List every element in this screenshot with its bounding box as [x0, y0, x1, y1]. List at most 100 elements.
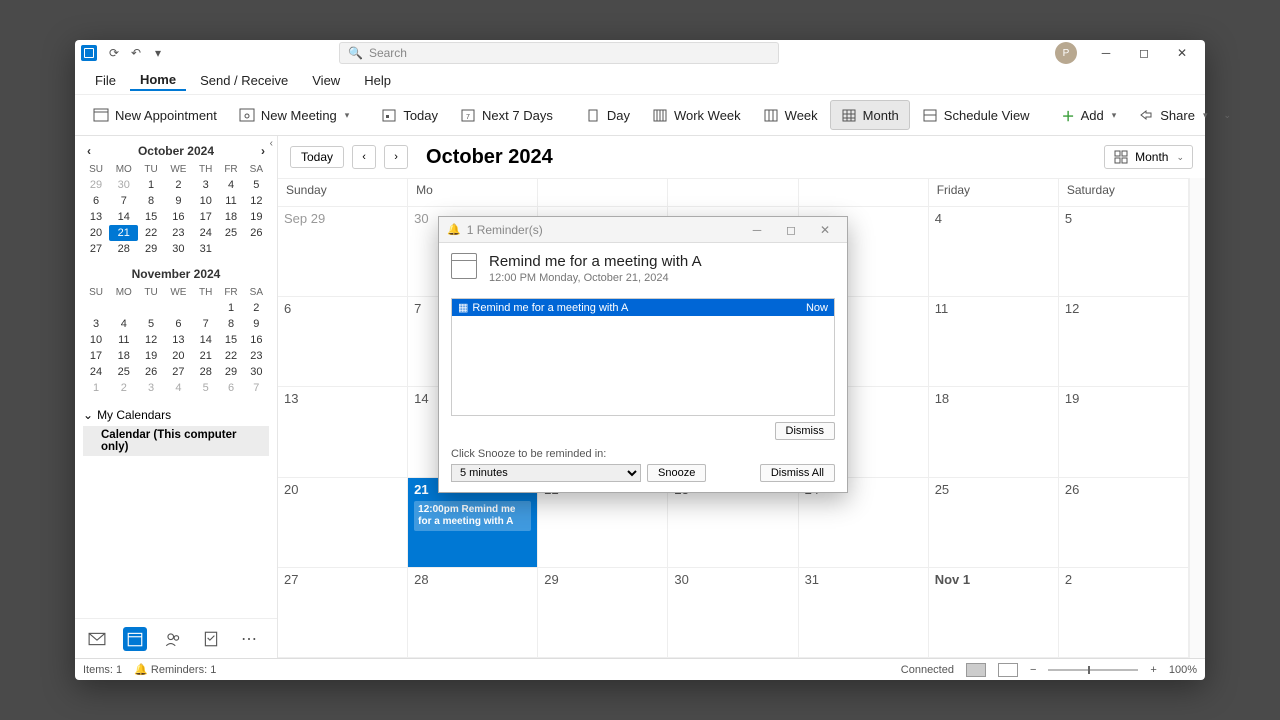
mini-cal-day[interactable]: 22	[218, 348, 243, 364]
mini-cal-day[interactable]: 11	[218, 193, 243, 209]
reminder-row[interactable]: ▦ Remind me for a meeting with A Now	[452, 299, 834, 316]
mini-cal-day[interactable]: 25	[109, 364, 138, 380]
day-cell[interactable]: 4	[929, 207, 1059, 297]
calendar-list-item[interactable]: Calendar (This computer only)	[83, 426, 269, 456]
today-nav-button[interactable]: Today	[290, 146, 344, 168]
day-cell[interactable]: 20	[278, 478, 408, 568]
day-cell[interactable]: 31	[799, 568, 929, 658]
undo-icon[interactable]: ↶	[125, 42, 147, 64]
tasks-icon[interactable]	[199, 627, 223, 651]
mini-cal-day[interactable]: 28	[109, 241, 138, 257]
mini-cal-day[interactable]: 4	[109, 316, 138, 332]
day-cell[interactable]: 29	[538, 568, 668, 658]
mini-cal-day[interactable]: 7	[193, 316, 218, 332]
mini-cal-day[interactable]: 18	[109, 348, 138, 364]
view-selector[interactable]: Month⌄	[1104, 145, 1193, 169]
mini-cal-day[interactable]: 26	[138, 364, 163, 380]
mini-cal-day[interactable]: 22	[138, 225, 163, 241]
day-cell[interactable]: 2	[1059, 568, 1189, 658]
mini-cal-day[interactable]: 8	[138, 193, 163, 209]
mini-cal-day[interactable]: 29	[218, 364, 243, 380]
mini-cal-day[interactable]: 26	[244, 225, 269, 241]
day-cell[interactable]: 28	[408, 568, 538, 658]
dismiss-all-button[interactable]: Dismiss All	[760, 464, 835, 482]
mini-cal-day[interactable]: 4	[218, 177, 243, 193]
schedule-view-button[interactable]: Schedule View	[912, 100, 1040, 130]
mini-cal-day[interactable]: 21	[193, 348, 218, 364]
new-meeting-button[interactable]: New Meeting▾	[229, 100, 359, 130]
menu-help[interactable]: Help	[354, 71, 401, 90]
mini-cal-day[interactable]: 4	[164, 380, 193, 396]
mini-cal-day[interactable]: 14	[109, 209, 138, 225]
mini-cal-day[interactable]	[109, 300, 138, 316]
mini-cal-day[interactable]: 12	[138, 332, 163, 348]
share-button[interactable]: Share▾	[1128, 100, 1217, 130]
mini-cal-day[interactable]: 25	[218, 225, 243, 241]
snooze-select[interactable]: 5 minutes	[451, 464, 641, 482]
dismiss-button[interactable]: Dismiss	[775, 422, 836, 440]
mini-cal-day[interactable]: 13	[164, 332, 193, 348]
day-cell[interactable]: 19	[1059, 387, 1189, 477]
maximize-button[interactable]: ◻	[1125, 40, 1163, 66]
mini-cal-day[interactable]: 5	[193, 380, 218, 396]
mini-cal-day[interactable]: 30	[109, 177, 138, 193]
mini-cal-day[interactable]: 29	[138, 241, 163, 257]
dialog-minimize-button[interactable]: ─	[743, 223, 771, 237]
mini-cal-day[interactable]: 7	[109, 193, 138, 209]
mini-cal-day[interactable]	[218, 241, 243, 257]
mini-cal-day[interactable]: 15	[138, 209, 163, 225]
month-view-button[interactable]: Month	[830, 100, 910, 130]
day-cell[interactable]: 6	[278, 297, 408, 387]
normal-view-icon[interactable]	[966, 663, 986, 677]
close-button[interactable]: ✕	[1163, 40, 1201, 66]
zoom-slider[interactable]	[1048, 669, 1138, 671]
mini-cal-day[interactable]: 30	[244, 364, 269, 380]
mini-cal-day[interactable]: 12	[244, 193, 269, 209]
day-cell[interactable]: 18	[929, 387, 1059, 477]
mini-cal-day[interactable]: 31	[193, 241, 218, 257]
day-cell[interactable]: 13	[278, 387, 408, 477]
scrollbar[interactable]	[1189, 178, 1205, 658]
mini-cal-day[interactable]: 17	[193, 209, 218, 225]
calendar-icon[interactable]	[123, 627, 147, 651]
new-appointment-button[interactable]: New Appointment	[83, 100, 227, 130]
work-week-view-button[interactable]: Work Week	[642, 100, 751, 130]
mini-cal-day[interactable]	[193, 300, 218, 316]
next-7-days-button[interactable]: 7Next 7 Days	[450, 100, 563, 130]
mini-cal-day[interactable]: 14	[193, 332, 218, 348]
mini-cal-day[interactable]: 17	[83, 348, 109, 364]
mini-cal-day[interactable]: 2	[244, 300, 269, 316]
mini-cal-day[interactable]: 20	[164, 348, 193, 364]
day-view-button[interactable]: Day	[575, 100, 640, 130]
mini-cal-day[interactable]: 2	[164, 177, 193, 193]
minimize-button[interactable]: ─	[1087, 40, 1125, 66]
mini-cal-day[interactable]: 10	[193, 193, 218, 209]
week-view-button[interactable]: Week	[753, 100, 828, 130]
calendar-event[interactable]: 12:00pm Remind me for a meeting with A	[414, 501, 531, 531]
day-cell[interactable]: 30	[668, 568, 798, 658]
mini-cal-day[interactable]: 27	[164, 364, 193, 380]
mini-cal-day[interactable]: 6	[83, 193, 109, 209]
mini-cal-day[interactable]	[164, 300, 193, 316]
dialog-titlebar[interactable]: 🔔 1 Reminder(s) ─ ◻ ✕	[439, 217, 847, 243]
next-period-button[interactable]: ›	[384, 145, 408, 169]
mini-cal-day[interactable]: 7	[244, 380, 269, 396]
menu-home[interactable]: Home	[130, 70, 186, 91]
mini-cal-day[interactable]: 8	[218, 316, 243, 332]
zoom-in-icon[interactable]: +	[1150, 664, 1156, 676]
mini-cal-day[interactable]: 15	[218, 332, 243, 348]
day-cell[interactable]: 11	[929, 297, 1059, 387]
add-calendar-button[interactable]: ＋Add▾	[1052, 100, 1127, 130]
sync-icon[interactable]: ⟳	[103, 42, 125, 64]
mini-cal-day[interactable]	[138, 300, 163, 316]
mini-cal-day[interactable]: 9	[164, 193, 193, 209]
mini-cal-day[interactable]: 1	[138, 177, 163, 193]
mini-cal-day[interactable]: 27	[83, 241, 109, 257]
mini-cal-day[interactable]: 30	[164, 241, 193, 257]
day-cell[interactable]: 25	[929, 478, 1059, 568]
qat-dropdown-icon[interactable]: ▾	[147, 42, 169, 64]
prev-period-button[interactable]: ‹	[352, 145, 376, 169]
day-cell[interactable]: 26	[1059, 478, 1189, 568]
mini-cal-day[interactable]: 23	[244, 348, 269, 364]
mini-cal-day[interactable]	[244, 241, 269, 257]
